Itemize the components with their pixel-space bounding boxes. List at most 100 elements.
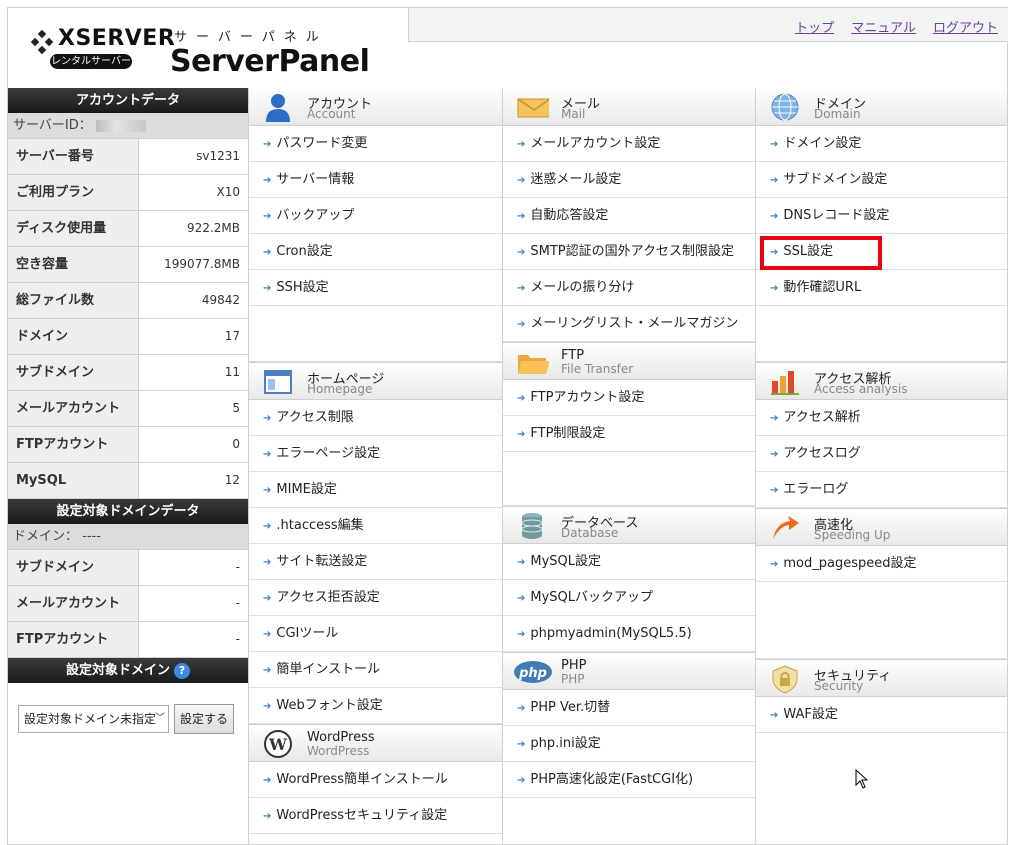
arrow-right-icon: ➔ — [263, 775, 272, 786]
menu-item-label: エラーページ設定 — [276, 446, 381, 461]
stat-row: ディスク使用量 922.2MB — [8, 211, 248, 247]
menu-item-homepage[interactable]: ➔ エラーページ設定 — [249, 436, 502, 472]
set-domain-button[interactable]: 設定する — [174, 704, 235, 734]
stat-row: ドメイン 17 — [8, 319, 248, 355]
server-id-row: サーバーID： — [8, 113, 248, 139]
server-id-label: サーバーID： — [13, 118, 92, 133]
menu-item-ftp[interactable]: ➔ FTPアカウント設定 — [503, 380, 755, 416]
menu-item-wordpress[interactable]: ➔ WordPressセキュリティ設定 — [249, 798, 502, 834]
menu-item-mail[interactable]: ➔ メールの振り分け — [503, 270, 755, 306]
arrow-right-icon: ➔ — [770, 211, 779, 222]
brand-badge: レンタルサーバー — [50, 54, 132, 69]
stat-row: 総ファイル数 49842 — [8, 283, 248, 319]
menu-item-database[interactable]: ➔ MySQL設定 — [503, 544, 755, 580]
arrow-right-icon: ➔ — [770, 559, 779, 570]
menu-item-php[interactable]: ➔ PHP高速化設定(FastCGI化) — [503, 762, 755, 798]
menu-item-database[interactable]: ➔ phpmyadmin(MySQL5.5) — [503, 616, 755, 652]
section-speed: 高速化 Speeding Up — [756, 508, 1007, 546]
stat-row: サブドメイン 11 — [8, 355, 248, 391]
column-2: メール Mail ➔ メールアカウント設定 ➔ 迷惑メール設定 ➔ 自動応答設定 ➔ SMTP… — [503, 88, 756, 845]
link-top[interactable]: トップ — [795, 17, 834, 36]
section-homepage: ホームページ Homepage — [249, 362, 502, 400]
arrow-right-icon: ➔ — [263, 449, 272, 460]
menu-item-homepage[interactable]: ➔ .htaccess編集 — [249, 508, 502, 544]
menu-item-account[interactable]: ➔ SSH設定 — [249, 270, 502, 306]
menu-item-label: WordPress簡単インストール — [276, 772, 448, 787]
menu-item-label: サイト転送設定 — [276, 554, 368, 569]
menu-item-homepage[interactable]: ➔ サイト転送設定 — [249, 544, 502, 580]
arrow-right-icon: ➔ — [263, 629, 272, 640]
menu-item-database[interactable]: ➔ MySQLバックアップ — [503, 580, 755, 616]
domain-data-heading: 設定対象ドメインデータ — [8, 499, 248, 524]
menu-item-account[interactable]: ➔ バックアップ — [249, 198, 502, 234]
panel-kana: サーバーパネル — [174, 30, 328, 45]
arrow-right-icon: ➔ — [770, 449, 779, 460]
menu-item-homepage[interactable]: ➔ アクセス制限 — [249, 400, 502, 436]
menu-list-mail: ➔ メールアカウント設定 ➔ 迷惑メール設定 ➔ 自動応答設定 ➔ SMTP認証の国外アクセス… — [503, 126, 755, 342]
menu-item-label: SSH設定 — [276, 280, 329, 295]
stat-value: 11 — [224, 365, 240, 379]
menu-item-label: Webフォント設定 — [276, 698, 383, 713]
arrow-right-icon: ➔ — [517, 629, 526, 640]
section-wordpress-sub: WordPress — [307, 744, 370, 758]
arrow-right-icon: ➔ — [263, 665, 272, 676]
empty-cell — [756, 306, 1007, 362]
link-logout[interactable]: ログアウト — [933, 17, 998, 36]
menu-item-label: SMTP認証の国外アクセス制限設定 — [530, 244, 734, 259]
menu-item-homepage[interactable]: ➔ Webフォント設定 — [249, 688, 502, 724]
menu-item-domain[interactable]: ➔ DNSレコード設定 — [756, 198, 1007, 234]
menu-item-mail[interactable]: ➔ 自動応答設定 — [503, 198, 755, 234]
menu-item-account[interactable]: ➔ パスワード変更 — [249, 126, 502, 162]
link-manual[interactable]: マニュアル — [851, 17, 916, 36]
globe-icon — [771, 93, 799, 121]
menu-item-analysis[interactable]: ➔ アクセス解析 — [756, 400, 1007, 436]
stat-label: 総ファイル数 — [8, 283, 139, 318]
menu-item-account[interactable]: ➔ Cron設定 — [249, 234, 502, 270]
menu-item-label: Cron設定 — [276, 244, 333, 259]
database-icon — [521, 513, 543, 539]
menu-item-ftp[interactable]: ➔ FTP制限設定 — [503, 416, 755, 452]
menu-item-homepage[interactable]: ➔ アクセス拒否設定 — [249, 580, 502, 616]
menu-item-domain[interactable]: ➔ 動作確認URL — [756, 270, 1007, 306]
menu-item-wordpress[interactable]: ➔ WordPress簡単インストール — [249, 762, 502, 798]
brand-name: XSERVER — [58, 26, 176, 51]
stat-value: 0 — [232, 437, 240, 451]
menu-item-label: メールの振り分け — [530, 280, 635, 295]
empty-cell — [756, 582, 1007, 659]
menu-item-php[interactable]: ➔ PHP Ver.切替 — [503, 690, 755, 726]
menu-item-analysis[interactable]: ➔ アクセスログ — [756, 436, 1007, 472]
arrow-right-icon: ➔ — [517, 211, 526, 222]
menu-item-php[interactable]: ➔ php.ini設定 — [503, 726, 755, 762]
arrow-right-icon: ➔ — [517, 429, 526, 440]
section-wordpress-title: WordPress — [307, 730, 375, 745]
menu-item-homepage[interactable]: ➔ 簡単インストール — [249, 652, 502, 688]
arrow-right-icon: ➔ — [263, 811, 272, 822]
menu-item-mail[interactable]: ➔ 迷惑メール設定 — [503, 162, 755, 198]
menu-item-domain[interactable]: ➔ サブドメイン設定 — [756, 162, 1007, 198]
menu-item-analysis[interactable]: ➔ エラーログ — [756, 472, 1007, 508]
menu-item-homepage[interactable]: ➔ MIME設定 — [249, 472, 502, 508]
section-mail-sub: Mail — [561, 107, 586, 121]
menu-item-mail[interactable]: ➔ メーリングリスト・メールマガジン — [503, 306, 755, 342]
menu-item-label: 動作確認URL — [783, 280, 862, 295]
logo-area[interactable]: XSERVER レンタルサーバー サーバーパネル ServerPanel — [8, 8, 408, 88]
help-icon[interactable]: ? — [174, 662, 190, 679]
menu-item-security[interactable]: ➔ WAF設定 — [756, 697, 1007, 733]
menu-item-account[interactable]: ➔ サーバー情報 — [249, 162, 502, 198]
stat-label: FTPアカウント — [8, 427, 139, 462]
stat-label: MySQL — [8, 463, 139, 498]
arrow-right-icon: ➔ — [517, 139, 526, 150]
stat-label: メールアカウント — [8, 391, 139, 426]
stat-row: サーバー番号 sv1231 — [8, 139, 248, 175]
menu-item-mail[interactable]: ➔ SMTP認証の国外アクセス制限設定 — [503, 234, 755, 270]
menu-item-mail[interactable]: ➔ メールアカウント設定 — [503, 126, 755, 162]
menu-item-homepage[interactable]: ➔ CGIツール — [249, 616, 502, 652]
domain-select-value: 設定対象ドメイン未指定 — [24, 712, 157, 726]
stat-row: メールアカウント - — [8, 586, 248, 622]
menu-list-homepage: ➔ アクセス制限 ➔ エラーページ設定 ➔ MIME設定 ➔ .htaccess編集 ➔ サイト転… — [249, 400, 502, 724]
menu-item-label: サーバー情報 — [276, 172, 355, 187]
menu-item-domain[interactable]: ➔ ドメイン設定 — [756, 126, 1007, 162]
domain-select[interactable]: 設定対象ドメイン未指定 ﹀ — [18, 705, 169, 733]
stat-label: 空き容量 — [8, 247, 139, 282]
menu-item-speed[interactable]: ➔ mod_pagespeed設定 — [756, 546, 1007, 582]
